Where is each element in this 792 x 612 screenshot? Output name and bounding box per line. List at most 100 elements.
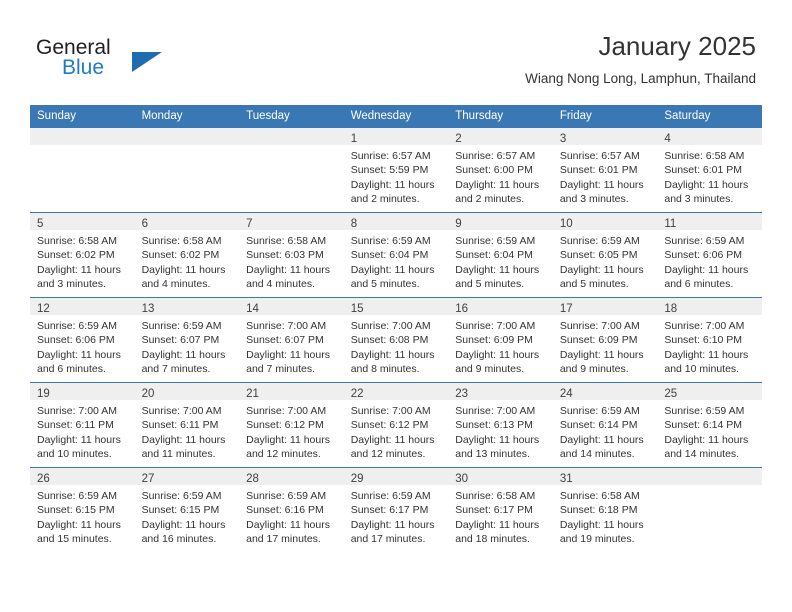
calendar-day-cell[interactable]: 10 Sunrise: 6:59 AM Sunset: 6:05 PM Dayligh… <box>552 212 658 298</box>
calendar-day-cell[interactable]: 1 Sunrise: 6:57 AM Sunset: 5:59 PM Daylight… <box>343 128 449 213</box>
day-number: 18 <box>664 303 678 315</box>
calendar-day-cell[interactable]: 23 Sunrise: 7:00 AM Sunset: 6:13 PM Dayligh… <box>448 382 553 468</box>
day-number: 30 <box>455 473 469 485</box>
sunset-text: Sunset: 6:16 PM <box>246 504 324 517</box>
daylight-text-line2: and 3 minutes. <box>664 193 734 206</box>
daylight-text-line1: Daylight: 11 hours <box>141 348 226 361</box>
calendar-day-cell[interactable]: 29 Sunrise: 6:59 AM Sunset: 6:17 PM Dayligh… <box>343 467 449 552</box>
day-number-band: 5 <box>30 213 135 230</box>
day-number: 12 <box>37 303 50 315</box>
daylight-text-line1: Daylight: 11 hours <box>246 518 330 531</box>
calendar-day-cell[interactable]: 8 Sunrise: 6:59 AM Sunset: 6:04 PM Daylight… <box>343 212 449 298</box>
day-details: Sunrise: 7:00 AM Sunset: 6:07 PM Daylight:… <box>239 315 344 377</box>
daylight-text-line2: and 15 minutes. <box>37 533 112 546</box>
daylight-text-line2: and 18 minutes. <box>455 533 530 546</box>
day-details: Sunrise: 7:00 AM Sunset: 6:11 PM Daylight:… <box>135 400 240 462</box>
calendar-day-cell[interactable]: 30 Sunrise: 6:58 AM Sunset: 6:17 PM Dayligh… <box>448 467 553 552</box>
sunset-text: Sunset: 6:14 PM <box>559 419 638 432</box>
daylight-text-line2: and 5 minutes. <box>455 278 525 291</box>
daylight-text-line1: Daylight: 11 hours <box>350 433 435 446</box>
calendar-day-cell[interactable]: 11 Sunrise: 6:59 AM Sunset: 6:06 PM Dayligh… <box>657 212 762 298</box>
day-number: 25 <box>664 388 678 400</box>
day-details: Sunrise: 7:00 AM Sunset: 6:12 PM Daylight:… <box>239 400 344 462</box>
sunrise-text: Sunrise: 6:59 AM <box>350 490 431 502</box>
day-details: Sunrise: 7:00 AM Sunset: 6:12 PM Daylight:… <box>344 400 449 462</box>
calendar-day-cell[interactable]: 2 Sunrise: 6:57 AM Sunset: 6:00 PM Daylight… <box>448 128 553 213</box>
daylight-text-line2: and 9 minutes. <box>559 363 629 376</box>
sunset-text: Sunset: 6:02 PM <box>141 249 220 262</box>
calendar-day-cell[interactable]: 25 Sunrise: 6:59 AM Sunset: 6:14 PM Dayligh… <box>657 382 762 468</box>
daylight-text-line1: Daylight: 11 hours <box>37 348 121 361</box>
calendar-day-cell-empty <box>134 128 240 213</box>
calendar-day-cell[interactable]: 28 Sunrise: 6:59 AM Sunset: 6:16 PM Dayligh… <box>239 467 344 552</box>
calendar-day-cell[interactable]: 16 Sunrise: 7:00 AM Sunset: 6:09 PM Dayligh… <box>448 297 553 383</box>
sunset-text: Sunset: 6:08 PM <box>350 334 429 347</box>
calendar-body: 1 Sunrise: 6:57 AM Sunset: 5:59 PM Daylight… <box>30 128 762 552</box>
day-number-band: 20 <box>134 383 240 400</box>
daylight-text-line2: and 4 minutes. <box>141 278 211 291</box>
calendar-day-cell[interactable]: 22 Sunrise: 7:00 AM Sunset: 6:12 PM Dayligh… <box>343 382 449 468</box>
sunrise-text: Sunrise: 6:59 AM <box>246 490 327 502</box>
calendar-week-row: 19 Sunrise: 7:00 AM Sunset: 6:11 PM Dayligh… <box>30 382 762 468</box>
day-details: Sunrise: 6:59 AM Sunset: 6:06 PM Daylight:… <box>657 230 762 292</box>
day-number: 21 <box>246 388 259 400</box>
day-number: 10 <box>559 218 573 230</box>
day-details: Sunrise: 6:59 AM Sunset: 6:04 PM Daylight:… <box>344 230 449 292</box>
day-details: Sunrise: 6:59 AM Sunset: 6:15 PM Daylight:… <box>135 485 240 547</box>
calendar-day-cell[interactable]: 21 Sunrise: 7:00 AM Sunset: 6:12 PM Dayligh… <box>239 382 344 468</box>
sunset-text: Sunset: 6:14 PM <box>664 419 743 432</box>
day-details: Sunrise: 7:00 AM Sunset: 6:08 PM Daylight:… <box>344 315 449 377</box>
calendar-day-cell[interactable]: 17 Sunrise: 7:00 AM Sunset: 6:09 PM Dayligh… <box>552 297 658 383</box>
daylight-text-line2: and 17 minutes. <box>350 533 426 546</box>
calendar-day-cell[interactable]: 5 Sunrise: 6:58 AM Sunset: 6:02 PM Daylight… <box>30 212 135 298</box>
general-blue-logo[interactable]: General Blue <box>36 36 236 88</box>
calendar-day-cell[interactable]: 24 Sunrise: 6:59 AM Sunset: 6:14 PM Dayligh… <box>552 382 658 468</box>
daylight-text-line2: and 4 minutes. <box>246 278 316 291</box>
daylight-text-line1: Daylight: 11 hours <box>37 518 121 531</box>
calendar-day-cell[interactable]: 6 Sunrise: 6:58 AM Sunset: 6:02 PM Daylight… <box>134 212 240 298</box>
day-details: Sunrise: 6:58 AM Sunset: 6:02 PM Daylight:… <box>30 230 135 292</box>
weekday-header-tuesday: Tuesday <box>239 105 344 128</box>
daylight-text-line2: and 6 minutes. <box>664 278 734 291</box>
daylight-text-line2: and 14 minutes. <box>664 448 740 461</box>
calendar-day-cell[interactable]: 19 Sunrise: 7:00 AM Sunset: 6:11 PM Dayligh… <box>30 382 135 468</box>
sunset-text: Sunset: 6:02 PM <box>37 249 115 262</box>
day-number-band: 21 <box>239 383 344 400</box>
day-number-band: 28 <box>239 468 344 485</box>
day-details: Sunrise: 6:59 AM Sunset: 6:07 PM Daylight:… <box>135 315 240 377</box>
page-subtitle: Wiang Nong Long, Lamphun, Thailand <box>525 71 756 86</box>
daylight-text-line2: and 2 minutes. <box>455 193 525 206</box>
calendar-day-cell[interactable]: 18 Sunrise: 7:00 AM Sunset: 6:10 PM Dayligh… <box>657 297 762 383</box>
calendar-day-cell[interactable]: 31 Sunrise: 6:58 AM Sunset: 6:18 PM Dayligh… <box>552 467 658 552</box>
calendar-day-cell[interactable]: 12 Sunrise: 6:59 AM Sunset: 6:06 PM Dayligh… <box>30 297 135 383</box>
page-header: General Blue January 2025 Wiang Nong Lon… <box>0 0 792 104</box>
daylight-text-line2: and 5 minutes. <box>350 278 420 291</box>
sunrise-text: Sunrise: 6:59 AM <box>141 490 222 502</box>
day-number: 13 <box>141 303 155 315</box>
calendar-table: Sunday Monday Tuesday Wednesday Thursday… <box>30 105 762 552</box>
day-number-band: 26 <box>30 468 135 485</box>
sunrise-text: Sunrise: 6:59 AM <box>664 235 745 247</box>
day-number-band: 17 <box>552 298 658 315</box>
calendar-day-cell[interactable]: 27 Sunrise: 6:59 AM Sunset: 6:15 PM Dayligh… <box>134 467 240 552</box>
calendar-day-cell[interactable]: 4 Sunrise: 6:58 AM Sunset: 6:01 PM Daylight… <box>657 128 762 213</box>
calendar-day-cell[interactable]: 13 Sunrise: 6:59 AM Sunset: 6:07 PM Dayligh… <box>134 297 240 383</box>
calendar-day-cell[interactable]: 9 Sunrise: 6:59 AM Sunset: 6:04 PM Daylight… <box>448 212 553 298</box>
day-details: Sunrise: 6:59 AM Sunset: 6:14 PM Daylight:… <box>657 400 762 462</box>
sunrise-text: Sunrise: 7:00 AM <box>455 320 536 332</box>
calendar-day-cell[interactable]: 26 Sunrise: 6:59 AM Sunset: 6:15 PM Dayligh… <box>30 467 135 552</box>
day-number: 11 <box>664 218 677 230</box>
day-number: 8 <box>350 218 358 230</box>
day-number-band: 27 <box>134 468 240 485</box>
day-number-band <box>657 468 762 485</box>
day-details: Sunrise: 7:00 AM Sunset: 6:11 PM Daylight:… <box>30 400 135 462</box>
daylight-text-line1: Daylight: 11 hours <box>455 518 540 531</box>
calendar-day-cell[interactable]: 14 Sunrise: 7:00 AM Sunset: 6:07 PM Dayligh… <box>239 297 344 383</box>
calendar-day-cell[interactable]: 15 Sunrise: 7:00 AM Sunset: 6:08 PM Dayligh… <box>343 297 449 383</box>
calendar-day-cell[interactable]: 7 Sunrise: 6:58 AM Sunset: 6:03 PM Daylight… <box>239 212 344 298</box>
sunset-text: Sunset: 6:05 PM <box>559 249 638 262</box>
calendar-day-cell[interactable]: 20 Sunrise: 7:00 AM Sunset: 6:11 PM Dayligh… <box>134 382 240 468</box>
calendar-day-cell[interactable]: 3 Sunrise: 6:57 AM Sunset: 6:01 PM Daylight… <box>552 128 658 213</box>
day-number-band <box>30 128 135 145</box>
day-number: 9 <box>455 218 462 230</box>
